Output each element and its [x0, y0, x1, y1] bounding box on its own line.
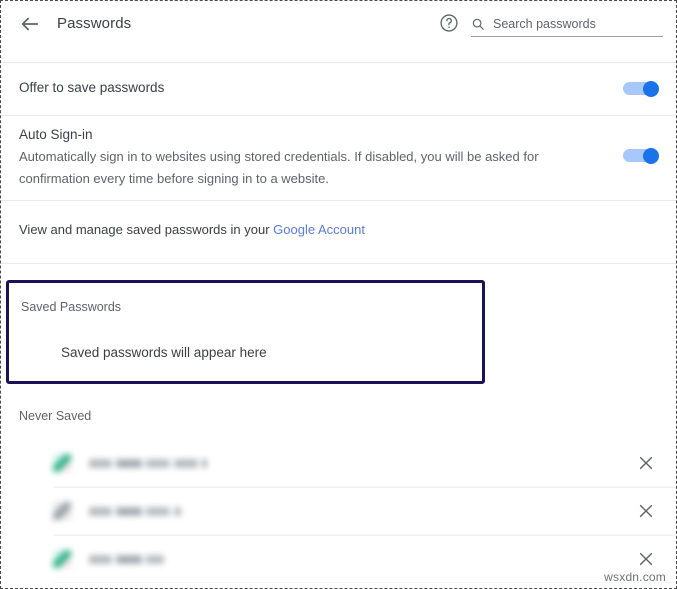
divider-auto-manage	[1, 200, 676, 201]
manage-passwords-line: View and manage saved passwords in your …	[19, 222, 365, 237]
toggle-knob	[643, 148, 659, 164]
list-item[interactable]	[1, 487, 676, 535]
saved-passwords-section: Saved Passwords Saved passwords will app…	[6, 280, 485, 384]
auto-sign-in-label: Auto Sign-in	[19, 127, 93, 142]
setting-row-auto-sign-in[interactable]: Auto Sign-in Automatically sign in to we…	[1, 117, 676, 195]
never-saved-list	[1, 439, 676, 583]
page-title: Passwords	[57, 15, 132, 32]
search-input[interactable]	[493, 17, 653, 31]
back-arrow-icon[interactable]	[19, 13, 41, 35]
site-favicon-icon	[53, 502, 71, 520]
watermark: wsxdn.com	[604, 570, 666, 584]
search-icon	[471, 17, 485, 31]
saved-passwords-empty-message: Saved passwords will appear here	[61, 345, 267, 360]
close-icon[interactable]	[636, 453, 656, 473]
close-icon[interactable]	[636, 549, 656, 569]
never-saved-title: Never Saved	[19, 409, 92, 423]
help-circle-icon[interactable]	[439, 13, 459, 33]
saved-passwords-title: Saved Passwords	[21, 300, 122, 314]
site-favicon-icon	[53, 454, 71, 472]
auto-sign-in-toggle[interactable]	[623, 148, 659, 164]
site-favicon-icon	[53, 550, 71, 568]
setting-row-offer-to-save[interactable]: Offer to save passwords	[1, 63, 676, 115]
page-header: Passwords	[1, 1, 676, 53]
offer-to-save-label: Offer to save passwords	[19, 80, 165, 95]
manage-passwords-text: View and manage saved passwords in your	[19, 222, 274, 237]
toggle-knob	[643, 81, 659, 97]
site-name-redacted	[89, 459, 207, 468]
list-item[interactable]	[1, 535, 676, 583]
search-box[interactable]	[471, 12, 663, 37]
site-name-redacted	[89, 555, 164, 564]
auto-sign-in-description: Automatically sign in to websites using …	[19, 149, 539, 186]
google-account-link[interactable]: Google Account	[273, 222, 365, 237]
close-icon[interactable]	[636, 501, 656, 521]
passwords-settings-screen: Passwords Offer to save passwords	[0, 0, 677, 589]
divider-manage-saved	[1, 263, 676, 264]
divider-offer-auto	[1, 115, 676, 116]
site-name-redacted	[89, 507, 181, 516]
list-item[interactable]	[1, 439, 676, 487]
offer-to-save-toggle[interactable]	[623, 81, 659, 97]
